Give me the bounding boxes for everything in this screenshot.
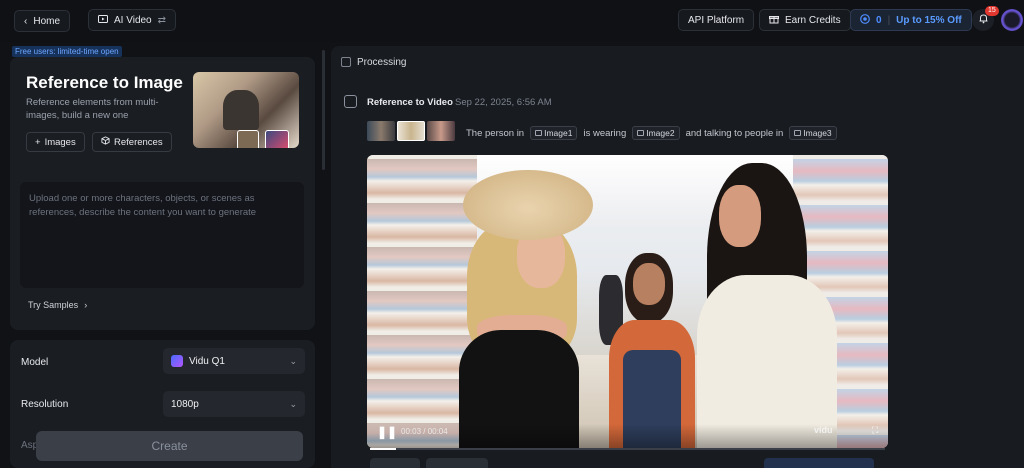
prompt-text-3: and talking to people in [685, 127, 784, 139]
credits-icon [860, 13, 870, 27]
video-progress-fill [370, 448, 396, 450]
api-platform-label: API Platform [688, 14, 745, 26]
action-button-3[interactable] [764, 458, 874, 468]
chevron-down-icon: ⌄ [289, 355, 297, 366]
video-icon [98, 14, 108, 27]
mode-switch-button[interactable]: AI Video ⇄ [88, 9, 177, 31]
gift-icon [769, 14, 779, 27]
user-avatar[interactable] [1001, 9, 1023, 31]
api-platform-button[interactable]: API Platform [678, 9, 755, 31]
video-player[interactable]: ❚❚ 00:03 / 00:04 vidu ⛶ [367, 155, 888, 448]
image-tag-1-label: Image1 [544, 128, 573, 138]
panel-description: Reference elements from multi-images, bu… [26, 97, 159, 121]
credits-count: 0 [876, 14, 882, 26]
home-button-label: Home [33, 15, 61, 27]
image-icon [794, 130, 802, 136]
task-date: Sep 22, 2025, 6:56 AM [455, 97, 552, 108]
earn-credits-button[interactable]: Earn Credits [759, 9, 851, 31]
video-woman-hat [463, 170, 593, 240]
processing-label: Processing [357, 57, 407, 68]
image-icon [535, 130, 543, 136]
thumbnail-mini-1 [237, 130, 259, 148]
chevron-right-icon: › [84, 300, 88, 310]
fullscreen-icon[interactable]: ⛶ [872, 425, 878, 436]
reference-thumbnails [367, 121, 455, 141]
processing-checkbox[interactable] [341, 57, 351, 67]
image-icon [637, 130, 645, 136]
thumbnail-figure [223, 90, 259, 130]
create-button[interactable]: Create [36, 431, 303, 461]
free-users-tag: Free users: limited-time open [12, 46, 122, 57]
example-thumbnail [193, 72, 299, 148]
task-type-icon [344, 95, 357, 108]
try-samples-link[interactable]: Try Samples › [28, 300, 87, 310]
video-girl-face [633, 263, 665, 305]
video-time: 00:03 / 00:04 [401, 427, 448, 436]
action-button-2[interactable] [426, 458, 488, 468]
reference-image-1[interactable] [367, 121, 395, 141]
image-tag-2: Image2 [632, 126, 680, 140]
prompt-placeholder: Upload one or more characters, objects, … [29, 193, 257, 218]
panel-title: Reference to Image [26, 73, 183, 92]
references-button[interactable]: References [92, 132, 172, 152]
reference-image-2[interactable] [397, 121, 425, 141]
thumbnail-mini-2 [265, 130, 289, 148]
image-tag-3-label: Image3 [803, 128, 832, 138]
image-tag-1: Image1 [530, 126, 578, 140]
reference-image-3[interactable] [427, 121, 455, 141]
video-watermark: vidu [814, 425, 833, 435]
prompt-text-1: The person in [466, 127, 525, 139]
image-tag-2-label: Image2 [646, 128, 675, 138]
video-woman2-face [719, 185, 761, 247]
model-value: Vidu Q1 [189, 355, 225, 367]
resolution-label: Resolution [21, 399, 69, 410]
panel-scrollbar[interactable] [322, 50, 325, 170]
chevron-left-icon: ‹ [24, 15, 28, 27]
offer-label: Up to 15% Off [896, 14, 962, 26]
task-title: Reference to Video [367, 97, 453, 108]
upgrade-offer-button[interactable]: 0 | Up to 15% Off [850, 9, 972, 31]
add-images-button[interactable]: + Images [26, 132, 85, 152]
mode-label: AI Video [114, 14, 152, 26]
action-button-1[interactable] [370, 458, 420, 468]
resolution-select[interactable]: 1080p ⌄ [163, 391, 305, 417]
earn-credits-label: Earn Credits [785, 14, 841, 26]
swap-icon: ⇄ [157, 14, 167, 26]
model-label: Model [21, 357, 49, 368]
task-prompt: The person in Image1 is wearing Image2 a… [466, 126, 837, 140]
references-label: References [114, 136, 163, 148]
separator: | [887, 14, 891, 26]
home-button[interactable]: ‹ Home [14, 10, 71, 32]
image-tag-3: Image3 [789, 126, 837, 140]
vidu-logo-icon [171, 355, 183, 367]
resolution-value: 1080p [171, 398, 199, 410]
cube-icon [101, 136, 110, 148]
video-progress-bar[interactable] [370, 448, 885, 450]
notification-badge: 15 [985, 6, 999, 16]
plus-icon: + [35, 136, 41, 148]
add-images-label: Images [44, 136, 76, 148]
chevron-down-icon: ⌄ [289, 398, 297, 409]
pause-icon[interactable]: ❚❚ [377, 425, 397, 439]
try-samples-label: Try Samples [28, 300, 79, 310]
video-woman2-blazer [697, 275, 837, 448]
model-select[interactable]: Vidu Q1 ⌄ [163, 348, 305, 374]
prompt-text-2: is wearing [583, 127, 627, 139]
